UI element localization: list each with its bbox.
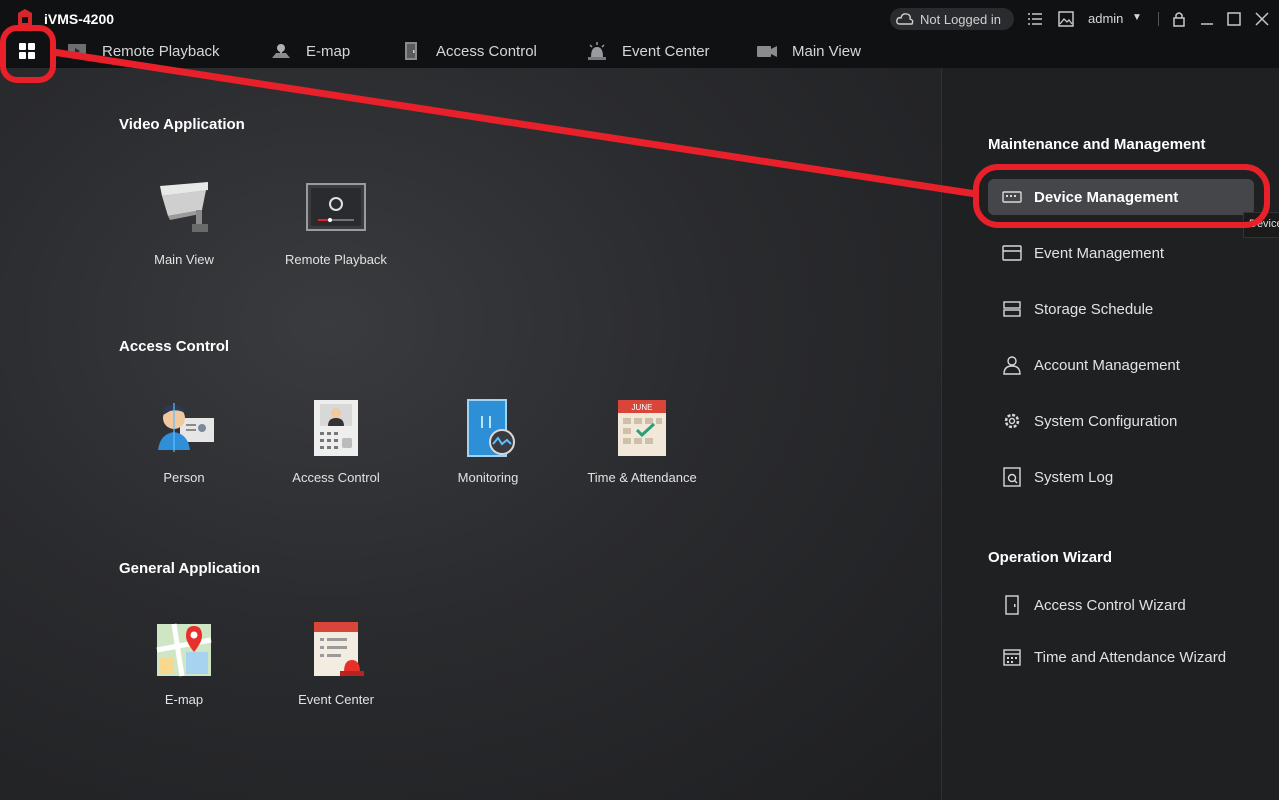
user-icon — [1003, 356, 1021, 375]
menu-item-label: Storage Schedule — [1034, 300, 1154, 318]
menu-item-label: Time and Attendance Wizard — [1034, 648, 1227, 666]
list-icon[interactable] — [1026, 10, 1044, 28]
cctv-camera-icon — [160, 182, 208, 232]
app-access-control[interactable]: Access Control — [266, 398, 406, 498]
maximize-icon[interactable] — [1225, 10, 1243, 28]
section-title-access: Access Control — [119, 338, 230, 355]
tab-e-map[interactable]: E-map — [270, 40, 350, 62]
app-label: Main View — [154, 252, 214, 267]
right-panel: Maintenance and Management Device Manage… — [941, 68, 1279, 800]
event-icon — [1002, 245, 1022, 261]
app-label: Remote Playback — [285, 252, 387, 267]
door-icon — [405, 42, 417, 60]
system-configuration-item[interactable]: System Configuration — [988, 403, 1254, 439]
person-card-icon — [158, 403, 214, 452]
app-label: Time & Attendance — [587, 470, 697, 485]
camera-icon — [757, 46, 777, 57]
menu-item-label: Account Management — [1034, 356, 1180, 374]
tab-access-control[interactable]: Access Control — [400, 40, 537, 62]
module-launcher: Video Application Main View Remote Playb… — [0, 68, 941, 800]
access-control-wizard-item[interactable]: Access Control Wizard — [988, 587, 1254, 623]
app-label: Person — [163, 470, 205, 485]
tab-event-center[interactable]: Event Center — [586, 40, 710, 62]
system-log-item[interactable]: System Log — [988, 459, 1254, 495]
account-management-item[interactable]: Account Management — [988, 347, 1254, 383]
event-management-item[interactable]: Event Management — [988, 235, 1254, 271]
tab-label: E-map — [306, 42, 351, 60]
minimize-icon[interactable] — [1198, 10, 1216, 28]
wizard-title: Operation Wizard — [988, 549, 1113, 566]
playback-screen-icon — [306, 183, 366, 231]
map-pin-icon — [156, 623, 212, 677]
lock-icon[interactable] — [1170, 10, 1188, 28]
tab-label: Remote Playback — [102, 42, 220, 60]
menu-item-label: Access Control Wizard — [1034, 596, 1186, 614]
user-name[interactable]: admin — [1088, 11, 1123, 26]
tooltip: Device — [1243, 212, 1279, 238]
gear-icon — [1004, 413, 1020, 429]
app-e-map[interactable]: E-map — [114, 620, 254, 720]
app-label: Monitoring — [457, 470, 519, 485]
caret-down-icon[interactable]: ▼ — [1132, 12, 1142, 23]
tab-remote-playback[interactable]: Remote Playback — [66, 40, 220, 62]
app-time-attendance[interactable]: JUNE Time & Attendance — [572, 398, 712, 498]
time-attendance-wizard-item[interactable]: Time and Attendance Wizard — [988, 639, 1254, 675]
device-icon — [1002, 191, 1022, 203]
event-alarm-icon — [314, 622, 364, 676]
app-logo-icon — [18, 9, 32, 28]
app-title: iVMS-4200 — [44, 11, 115, 27]
section-title-video: Video Application — [119, 116, 245, 133]
app-person[interactable]: Person — [114, 398, 254, 498]
app-monitoring[interactable]: Monitoring — [418, 398, 558, 498]
tab-main-view[interactable]: Main View — [756, 40, 861, 62]
divider — [1158, 12, 1159, 26]
section-title-general: General Application — [119, 560, 261, 577]
calendar-icon: JUNE — [618, 400, 666, 456]
menu-item-label: Device Management — [1034, 188, 1179, 206]
map-icon — [272, 44, 290, 58]
tab-label: Event Center — [622, 42, 710, 60]
tab-label: Main View — [792, 42, 861, 60]
door-icon — [1005, 595, 1019, 615]
alarm-icon — [588, 42, 606, 60]
playback-icon — [68, 44, 86, 58]
module-menu-button[interactable] — [10, 36, 43, 66]
log-icon — [1003, 467, 1021, 487]
door-monitor-icon — [467, 399, 515, 457]
app-remote-playback[interactable]: Remote Playback — [266, 180, 406, 280]
maintenance-title: Maintenance and Management — [988, 136, 1206, 153]
app-label: Event Center — [298, 692, 374, 707]
menu-item-label: Event Management — [1034, 244, 1165, 262]
tab-label: Access Control — [436, 42, 537, 60]
image-icon[interactable] — [1057, 10, 1075, 28]
cloud-icon — [896, 13, 914, 25]
door-station-icon — [314, 400, 358, 456]
app-main-view[interactable]: Main View — [114, 180, 254, 280]
calendar-badge: JUNE — [632, 403, 653, 412]
calendar-grid-icon — [1003, 649, 1021, 666]
grid-icon — [18, 43, 35, 59]
menu-item-label: System Configuration — [1034, 412, 1178, 430]
login-status-button[interactable]: Not Logged in — [890, 8, 1014, 30]
app-label: E-map — [164, 692, 204, 707]
title-bar: iVMS-4200 Not Logged in admin ▼ Remote P… — [0, 0, 1279, 68]
storage-icon — [1003, 301, 1021, 317]
app-label: Access Control — [292, 470, 380, 485]
menu-item-label: System Log — [1034, 468, 1114, 486]
app-event-center[interactable]: Event Center — [266, 620, 406, 720]
storage-schedule-item[interactable]: Storage Schedule — [988, 291, 1254, 327]
device-management-item[interactable]: Device Management — [988, 179, 1254, 215]
close-icon[interactable] — [1253, 10, 1271, 28]
login-status-text: Not Logged in — [920, 11, 1001, 27]
